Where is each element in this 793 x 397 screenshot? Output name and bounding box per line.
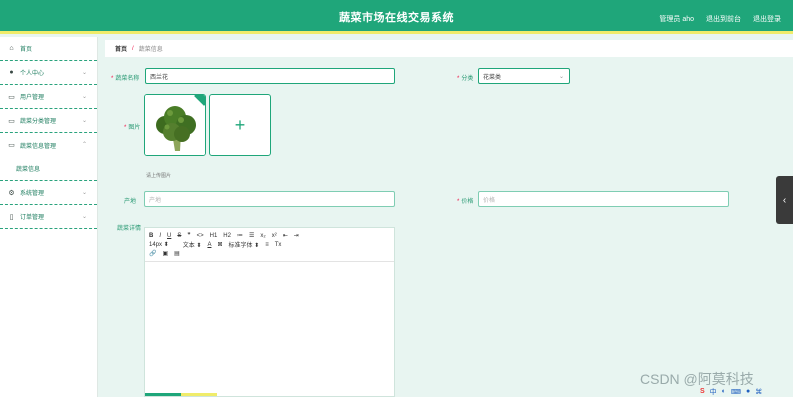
toolbar-row-2: 14px ⬍ 文本 ⬍ A ⊠ 标准字体 ⬍ ≡ Tx <box>149 240 390 250</box>
toolbar-row-3: 🔗 ▣ ▤ <box>149 249 390 258</box>
chevron-down-icon: ⌄ <box>81 118 87 124</box>
sidebar-item-users[interactable]: ▭ 用户管理 ⌄ <box>0 85 97 109</box>
name-label: * 蔬菜名称 <box>111 76 140 82</box>
editor-content-area[interactable] <box>145 262 394 392</box>
font-family-select[interactable]: 标准字体 ⬍ <box>228 240 259 249</box>
user-icon: ● <box>9 69 14 76</box>
footer-accent-yellow <box>181 393 217 396</box>
sidebar: ⌂ 首页 ● 个人中心 ⌄ ▭ 用户管理 ⌄ ▭ 蔬菜分类管理 ⌄ ▭ 蔬菜信息… <box>0 37 98 397</box>
user-icon: ● <box>746 388 751 395</box>
panel-collapse-button[interactable]: ‹ <box>776 176 793 224</box>
link-icon[interactable]: 🔗 <box>149 250 156 257</box>
shirt-icon: ⌘ <box>755 388 763 396</box>
breadcrumb: 首页 / 蔬菜信息 <box>105 40 793 57</box>
outdent-button[interactable]: ⇤ <box>283 232 288 239</box>
image-hint: 请上传图片 <box>146 173 172 179</box>
current-user: 管理员 aho <box>659 16 694 23</box>
folder-icon: ▭ <box>8 142 15 149</box>
sogou-icon: S <box>700 388 705 395</box>
sidebar-item-label: 订单管理 <box>20 215 45 221</box>
moon-icon: ◐ <box>721 388 726 395</box>
keyboard-icon: ⌨ <box>730 388 742 396</box>
sidebar-item-orders[interactable]: ▯ 订单管理 ⌄ <box>0 205 97 229</box>
breadcrumb-separator: / <box>132 45 134 52</box>
image-icon[interactable]: ▣ <box>162 250 168 257</box>
sidebar-item-label: 个人中心 <box>20 71 45 77</box>
breadcrumb-current: 蔬菜信息 <box>138 47 163 53</box>
video-icon[interactable]: ▤ <box>174 250 180 257</box>
subscript-button[interactable]: x₂ <box>260 233 265 239</box>
chevron-left-icon: ‹ <box>782 194 787 206</box>
chevron-down-icon: ⌄ <box>81 190 87 196</box>
top-header: 蔬菜市场在线交易系统 管理员 aho 退出到前台 退出登录 <box>0 0 793 34</box>
indent-button[interactable]: ⇥ <box>294 232 299 239</box>
plus-icon: + <box>234 114 246 135</box>
bold-button[interactable]: B <box>149 233 153 239</box>
sidebar-item-category[interactable]: ▭ 蔬菜分类管理 ⌄ <box>0 109 97 133</box>
sidebar-item-system[interactable]: ⚙ 系统管理 ⌄ <box>0 181 97 205</box>
category-select[interactable]: 花菜类 ⌄ <box>478 68 570 84</box>
name-input[interactable]: 西兰花 <box>145 68 395 84</box>
toolbar-row-1: B I U S ❞ <> H1 H2 ≔ ☰ x₂ x² ⇤ ⇥ <box>149 231 390 240</box>
background-color-button[interactable]: ⊠ <box>217 241 222 248</box>
sidebar-item-label: 蔬菜信息管理 <box>20 143 57 150</box>
header-accent-bar <box>0 31 793 34</box>
uploaded-image-broccoli[interactable] <box>144 94 206 156</box>
sidebar-item-label: 用户管理 <box>20 95 45 101</box>
strike-button[interactable]: S <box>177 233 181 239</box>
sidebar-item-label: 系统管理 <box>20 191 45 197</box>
category-label: * 分类 <box>457 76 474 82</box>
chevron-down-icon: ⌄ <box>81 70 87 76</box>
sidebar-item-label: 蔬菜分类管理 <box>20 119 57 125</box>
goto-frontend-link[interactable]: 退出到前台 <box>706 14 741 24</box>
ordered-list-button[interactable]: ≔ <box>237 232 243 239</box>
chevron-down-icon: ⌄ <box>81 214 87 220</box>
sidebar-subitem-vegetable-info[interactable]: 蔬菜信息 <box>0 157 97 181</box>
underline-button[interactable]: U <box>167 233 171 239</box>
origin-label: 产地 <box>124 199 137 205</box>
breadcrumb-home[interactable]: 首页 <box>115 44 127 53</box>
vegetable-form: * 蔬菜名称 西兰花 * 分类 花菜类 ⌄ * 图片 + 请上传图片 产地 产地 * 价… <box>105 60 773 397</box>
list-icon: ▭ <box>8 117 15 125</box>
origin-input[interactable]: 产地 <box>144 191 395 207</box>
quote-button[interactable]: ❞ <box>187 232 190 239</box>
ime-mode-icon: 中 <box>709 388 717 396</box>
header-actions: 管理员 aho 退出到前台 退出登录 <box>659 14 781 24</box>
h1-button[interactable]: H1 <box>210 233 218 239</box>
logout-link[interactable]: 退出登录 <box>753 14 781 24</box>
image-label: * 图片 <box>124 125 141 131</box>
footer-accent-green <box>145 393 181 396</box>
rich-text-editor: B I U S ❞ <> H1 H2 ≔ ☰ x₂ x² ⇤ ⇥ 14px ⬍ … <box>144 227 395 397</box>
italic-button[interactable]: I <box>159 233 161 239</box>
font-size-select[interactable]: 14px ⬍ <box>149 241 169 248</box>
font-color-button[interactable]: A <box>207 242 211 248</box>
editor-toolbar: B I U S ❞ <> H1 H2 ≔ ☰ x₂ x² ⇤ ⇥ 14px ⬍ … <box>145 228 394 262</box>
broccoli-image <box>145 95 205 155</box>
price-label: * 价格 <box>457 199 474 205</box>
h2-button[interactable]: H2 <box>223 233 231 239</box>
sidebar-item-vegetables[interactable]: ▭ 蔬菜信息管理 ⌃ <box>0 133 97 157</box>
price-input[interactable]: 价格 <box>478 191 729 207</box>
bullet-list-button[interactable]: ☰ <box>249 232 254 239</box>
ime-tray: S 中 ◐ ⌨ ● ⌘ <box>700 386 793 397</box>
code-button[interactable]: <> <box>197 233 204 239</box>
sidebar-item-home[interactable]: ⌂ 首页 <box>0 37 97 61</box>
gear-icon: ⚙ <box>8 189 15 197</box>
chevron-up-icon: ⌃ <box>81 142 87 148</box>
sidebar-item-label: 首页 <box>20 47 33 53</box>
home-icon: ⌂ <box>9 45 14 52</box>
text-style-select[interactable]: 文本 ⬍ <box>183 240 202 249</box>
sidebar-item-profile[interactable]: ● 个人中心 ⌄ <box>0 61 97 85</box>
chevron-down-icon: ⌄ <box>81 94 87 100</box>
clipboard-icon: ▯ <box>9 213 14 221</box>
align-button[interactable]: ≡ <box>265 242 269 248</box>
users-icon: ▭ <box>8 93 15 101</box>
superscript-button[interactable]: x² <box>272 233 277 239</box>
clear-format-button[interactable]: Tx <box>275 242 282 248</box>
upload-image-button[interactable]: + <box>209 94 271 156</box>
chevron-down-icon: ⌄ <box>558 74 564 80</box>
detail-label: 蔬菜详情 <box>117 226 142 232</box>
